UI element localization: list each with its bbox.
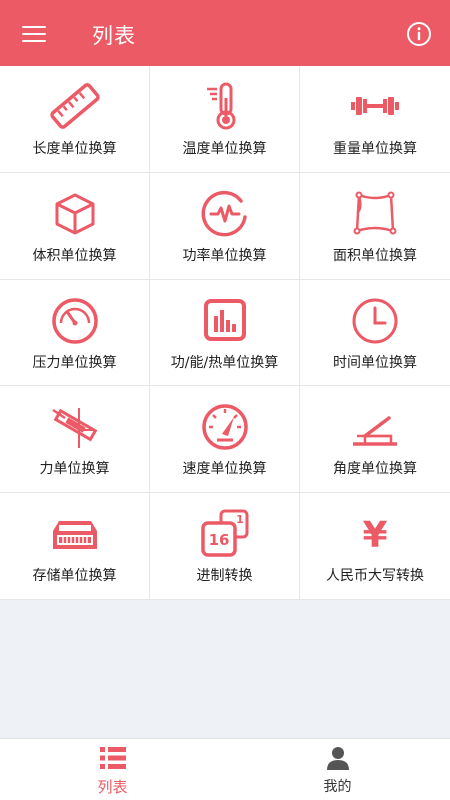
converter-grid: 长度单位换算 温度单位换算 重量单位换算 体积单位换算 功率单位换算 面积单位换… bbox=[0, 66, 450, 600]
pulse-icon bbox=[201, 190, 247, 237]
grid-item-label: 功率单位换算 bbox=[182, 247, 267, 264]
grid-item-label: 温度单位换算 bbox=[182, 141, 267, 157]
thermometer-icon bbox=[206, 82, 235, 130]
grid-item-power[interactable]: 功率单位换算 bbox=[150, 172, 300, 280]
info-icon[interactable] bbox=[405, 20, 433, 48]
grid-item-storage[interactable]: 存储单位换算 bbox=[0, 493, 150, 600]
clock-icon bbox=[352, 298, 398, 344]
menu-icon[interactable] bbox=[22, 24, 48, 42]
grid-item-area[interactable]: 面积单位换算 bbox=[300, 173, 450, 280]
cube-icon bbox=[55, 193, 94, 235]
grid-item-pressure[interactable]: 压力单位换算 bbox=[0, 279, 150, 387]
speedometer-icon bbox=[201, 404, 248, 451]
tab-label: 列表 bbox=[97, 778, 128, 796]
list-icon bbox=[99, 747, 126, 769]
storage-icon bbox=[52, 521, 97, 550]
grid-item-speed[interactable]: 速度单位换算 bbox=[150, 386, 300, 494]
svg-text:¥: ¥ bbox=[362, 515, 387, 556]
tab-list[interactable]: 列表 bbox=[0, 739, 225, 800]
grid-item-weight[interactable]: 重量单位换算 bbox=[300, 66, 450, 173]
person-icon bbox=[326, 747, 349, 770]
grid-item-time[interactable]: 时间单位换算 bbox=[300, 280, 450, 387]
grid-item-force[interactable]: 力单位换算 bbox=[0, 386, 150, 494]
grid-item-temperature[interactable]: 温度单位换算 bbox=[150, 66, 300, 173]
dumbbell-icon bbox=[351, 97, 399, 115]
grid-item-label: 面积单位换算 bbox=[333, 247, 417, 264]
page-title: 列表 bbox=[92, 24, 136, 48]
grid-item-volume[interactable]: 体积单位换算 bbox=[0, 172, 150, 280]
gauge-icon bbox=[51, 297, 98, 344]
bar-chart-icon bbox=[203, 298, 246, 341]
grid-item-label: 速度单位换算 bbox=[182, 461, 267, 478]
grid-item-rmb[interactable]: ¥ 人民币大写转换 bbox=[300, 493, 450, 600]
grid-item-label: 体积单位换算 bbox=[32, 247, 117, 264]
grid-item-length[interactable]: 长度单位换算 bbox=[0, 66, 150, 173]
grid-item-label: 人民币大写转换 bbox=[326, 568, 424, 585]
grid-item-label: 力单位换算 bbox=[39, 461, 110, 478]
grid-item-label: 功/能/热单位换算 bbox=[170, 354, 279, 371]
ruler-icon bbox=[49, 83, 100, 129]
tab-label: 我的 bbox=[323, 779, 352, 795]
angle-icon bbox=[353, 416, 397, 447]
force-icon bbox=[51, 408, 97, 449]
grid-item-angle[interactable]: 角度单位换算 bbox=[300, 386, 450, 494]
grid-item-label: 长度单位换算 bbox=[32, 141, 117, 157]
grid-item-label: 角度单位换算 bbox=[333, 461, 417, 478]
grid-item-label: 重量单位换算 bbox=[333, 141, 417, 157]
top-app-bar: 列表 bbox=[0, 0, 450, 66]
grid-item-base[interactable]: 16 1 进制转换 bbox=[150, 493, 300, 600]
tab-mine[interactable]: 我的 bbox=[225, 739, 450, 800]
grid-item-label: 压力单位换算 bbox=[32, 354, 117, 371]
svg-text:16: 16 bbox=[208, 531, 229, 549]
bottom-nav: 列表 我的 bbox=[0, 738, 450, 800]
base-convert-icon: 16 1 bbox=[200, 509, 248, 557]
empty-area bbox=[0, 600, 450, 738]
yuan-icon: ¥ bbox=[362, 515, 387, 556]
grid-item-label: 时间单位换算 bbox=[333, 354, 417, 371]
svg-text:1: 1 bbox=[236, 513, 244, 526]
area-map-icon bbox=[353, 191, 397, 235]
grid-item-label: 存储单位换算 bbox=[32, 568, 117, 585]
grid-item-label: 进制转换 bbox=[196, 568, 253, 585]
grid-item-energy[interactable]: 功/能/热单位换算 bbox=[150, 279, 300, 387]
